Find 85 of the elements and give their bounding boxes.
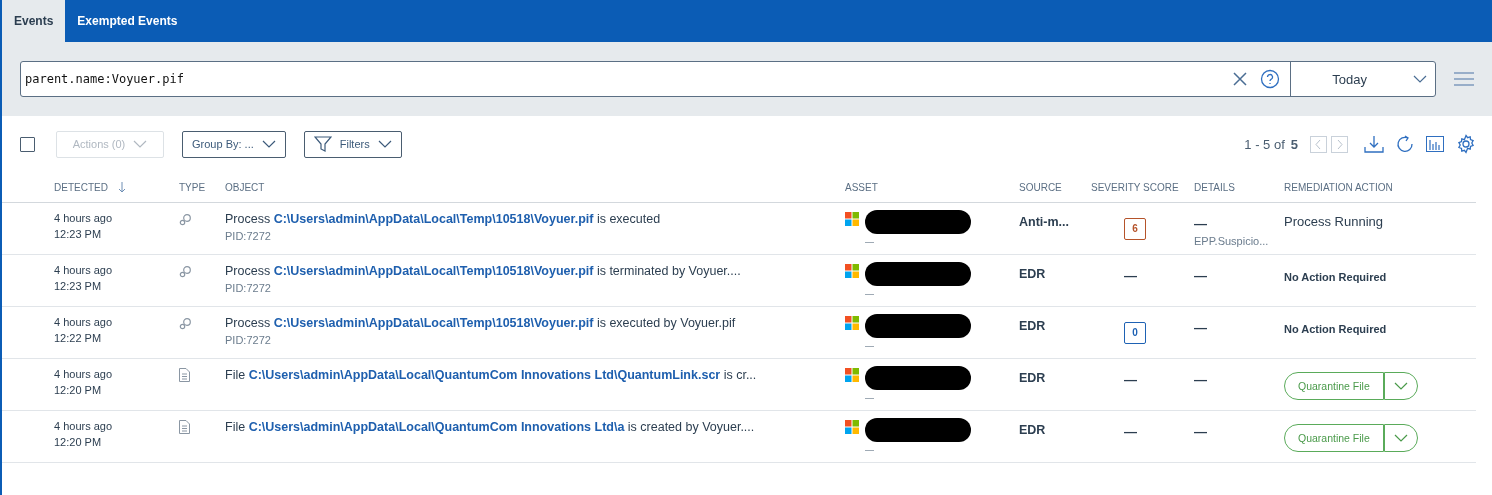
caret-icon[interactable]	[1383, 424, 1418, 452]
asset-detail: —	[865, 394, 875, 402]
filters-dropdown[interactable]: Filters	[303, 130, 402, 158]
column-header[interactable]: SOURCE	[1019, 181, 1062, 193]
detected-age: 4 hours ago	[54, 420, 114, 432]
detected-age: 4 hours ago	[54, 368, 114, 380]
quarantine-button[interactable]: Quarantine File	[1284, 424, 1384, 452]
severity-score: —	[1124, 372, 1137, 387]
event-source: EDR	[1019, 267, 1046, 281]
gears-icon	[179, 317, 192, 330]
column-header[interactable]: DETECTED	[54, 181, 126, 193]
help-icon[interactable]	[1260, 69, 1280, 89]
filter-icon	[313, 135, 332, 153]
event-details: —	[1194, 372, 1208, 387]
close-icon[interactable]	[1232, 71, 1248, 87]
download-icon[interactable]	[1364, 135, 1384, 153]
windows-logo-icon	[845, 212, 859, 226]
windows-logo-icon	[845, 264, 859, 278]
process-id: PID:7272	[225, 282, 272, 294]
chevron-down-icon	[133, 140, 148, 148]
remediation-status: No Action Required	[1284, 323, 1387, 335]
asset-detail: —	[865, 446, 875, 454]
detected-time: 12:23 PM	[54, 280, 103, 292]
detected-time: 12:20 PM	[54, 384, 103, 396]
details-rule: EPP.Suspicio...	[1194, 235, 1270, 247]
event-source: EDR	[1019, 423, 1046, 437]
pagination-total: 5	[1290, 136, 1298, 152]
event-details: —	[1194, 268, 1208, 283]
pagination-range: 1 - 5 of	[1244, 136, 1285, 152]
chevron-down-icon	[261, 140, 276, 148]
asset-detail: —	[865, 290, 875, 298]
search-field[interactable]: parent.name:Voyuer.pif Today	[20, 61, 1436, 97]
chevron-down-icon	[1413, 75, 1427, 83]
tab[interactable]: Exempted Events	[65, 0, 190, 42]
event-source: Anti-m...	[1019, 215, 1069, 229]
event-details: —	[1194, 320, 1208, 335]
detected-time: 12:22 PM	[54, 332, 103, 344]
detected-age: 4 hours ago	[54, 212, 114, 224]
event-details: —	[1194, 216, 1208, 231]
column-header[interactable]: REMEDIATION ACTION	[1284, 181, 1393, 193]
column-header[interactable]: OBJECT	[225, 181, 265, 193]
event-object: File C:\Users\admin\AppData\Local\QuantumCom Innovations Ltd\a is created by Voyuer....	[225, 420, 756, 434]
event-object: Process C:\Users\admin\AppData\Local\Temp\10518\Voyuer.pif is executed by Voyuer.pif	[225, 316, 737, 330]
select-all-checkbox[interactable]	[20, 136, 35, 152]
event-object: File C:\Users\admin\AppData\Local\QuantumCom Innovations Ltd\QuantumLink.scr is cr...	[225, 368, 758, 382]
asset-detail: —	[865, 342, 875, 350]
process-id: PID:7272	[225, 230, 272, 242]
remediation-status: No Action Required	[1284, 271, 1387, 283]
process-id: PID:7272	[225, 334, 272, 346]
asset-detail: —	[865, 238, 875, 246]
detected-age: 4 hours ago	[54, 316, 114, 328]
severity-score: —	[1124, 268, 1137, 283]
event-object: Process C:\Users\admin\AppData\Local\Temp\10518\Voyuer.pif is executed	[225, 212, 662, 226]
column-header[interactable]: ASSET	[845, 181, 878, 193]
caret-icon[interactable]	[1383, 372, 1418, 400]
event-details: —	[1194, 424, 1208, 439]
chevron-down-icon	[377, 140, 392, 148]
group-by-dropdown[interactable]: Group By: ...	[182, 130, 286, 158]
event-source: EDR	[1019, 319, 1046, 333]
remediation-status: Process Running	[1284, 214, 1383, 229]
event-object: Process C:\Users\admin\AppData\Local\Temp\10518\Voyuer.pif is terminated by Voyuer....	[225, 264, 742, 278]
quarantine-button[interactable]: Quarantine File	[1284, 372, 1384, 400]
event-source: EDR	[1019, 371, 1046, 385]
tab[interactable]: Events	[2, 0, 66, 42]
date-range-dropdown[interactable]: Today	[1290, 62, 1435, 96]
gears-icon	[179, 265, 192, 278]
detected-age: 4 hours ago	[54, 264, 114, 276]
windows-logo-icon	[845, 420, 859, 434]
gears-icon	[179, 213, 192, 226]
document-icon	[179, 420, 190, 434]
settings-icon[interactable]	[1456, 134, 1476, 154]
column-header[interactable]: SEVERITY SCORE	[1091, 181, 1179, 193]
refresh-icon[interactable]	[1396, 135, 1414, 153]
severity-score: —	[1124, 424, 1137, 439]
severity-score: 0	[1124, 322, 1146, 344]
severity-score: 6	[1124, 218, 1146, 240]
chart-icon[interactable]	[1426, 136, 1444, 152]
detected-time: 12:23 PM	[54, 228, 103, 240]
windows-logo-icon	[845, 368, 859, 382]
sort-arrow-icon	[117, 181, 126, 193]
windows-logo-icon	[845, 316, 859, 330]
detected-time: 12:20 PM	[54, 436, 103, 448]
document-icon	[179, 368, 190, 382]
column-header[interactable]: DETAILS	[1194, 181, 1235, 193]
column-header[interactable]: TYPE	[179, 181, 206, 193]
